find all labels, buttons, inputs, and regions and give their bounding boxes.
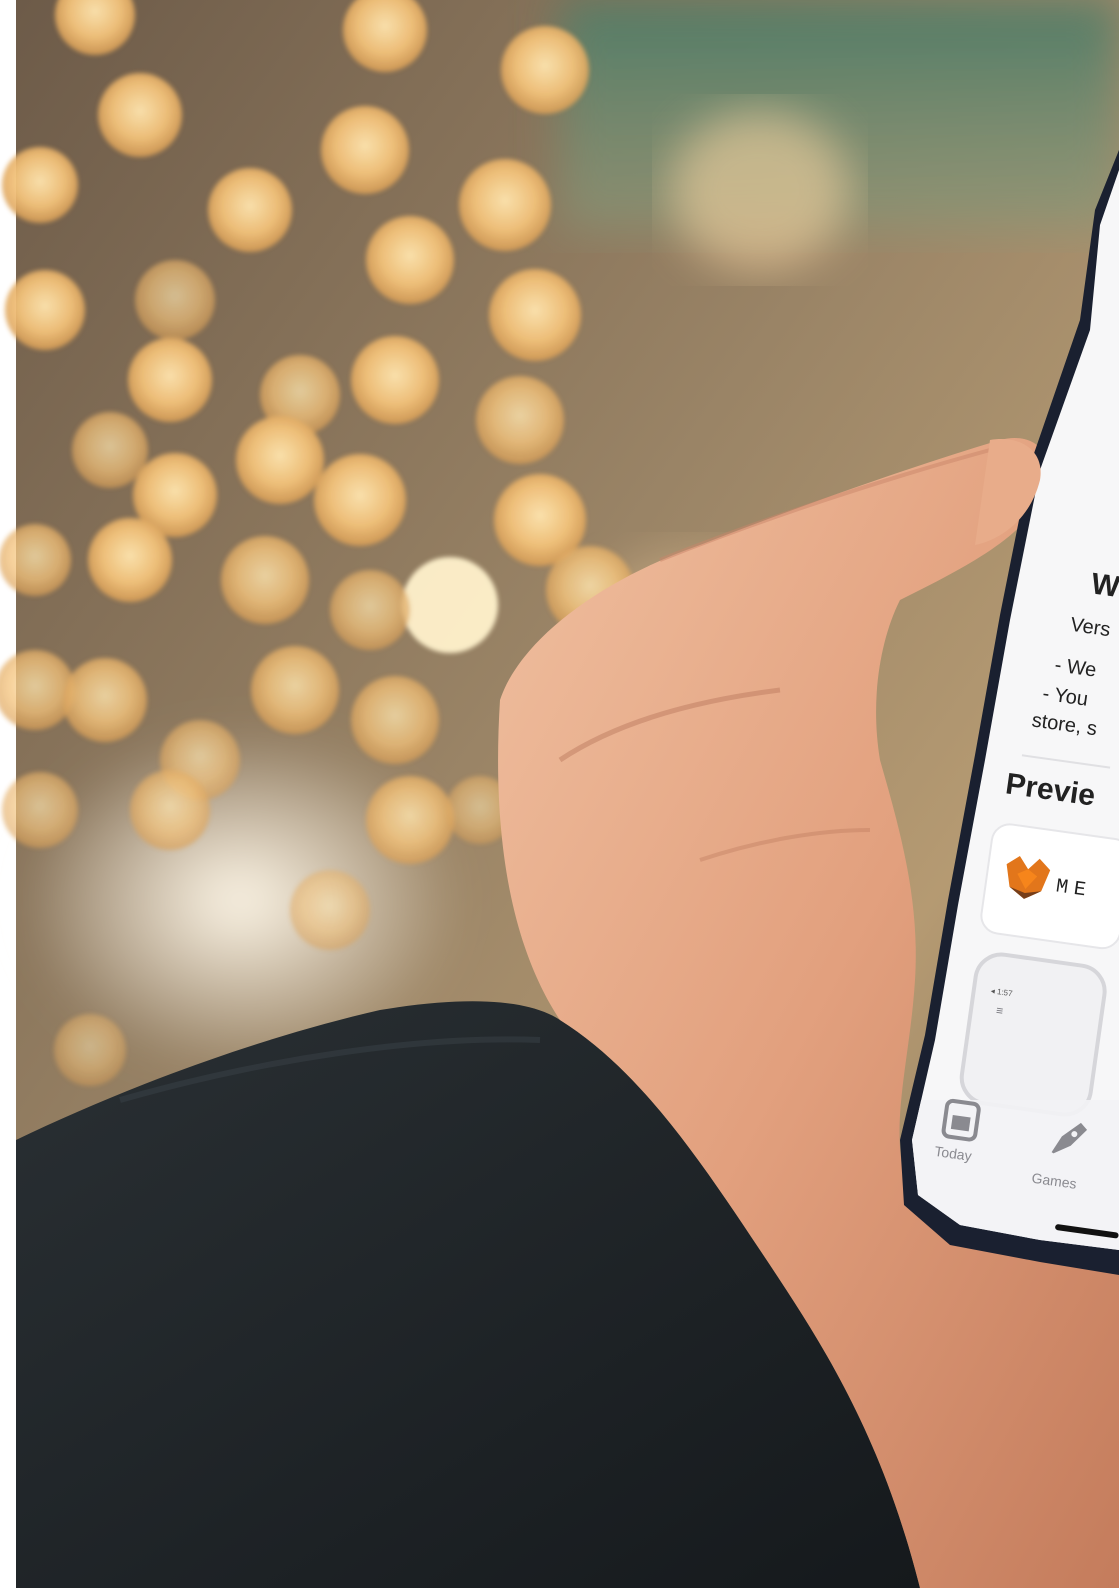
bokeh-light [321, 106, 409, 194]
bokeh-light [351, 336, 439, 424]
bokeh-light [366, 216, 454, 304]
preview-card[interactable] [979, 822, 1119, 950]
preview-screenshot-phone[interactable] [958, 951, 1108, 1118]
bokeh-light [366, 776, 454, 864]
bokeh-light [63, 658, 147, 742]
bokeh-light [251, 646, 339, 734]
bokeh-light [98, 73, 182, 157]
bokeh-light [501, 26, 589, 114]
bokeh-light [54, 1014, 126, 1086]
photo-scene: W Vers - We - You store, s Previe ME ◂ 1… [0, 0, 1119, 1588]
bokeh-light [221, 536, 309, 624]
bokeh-light [208, 168, 292, 252]
bokeh-light [2, 147, 78, 223]
bokeh-light [236, 416, 324, 504]
photo-canvas: W Vers - We - You store, s Previe ME ◂ 1… [0, 0, 1119, 1588]
bokeh-light [330, 570, 410, 650]
bokeh-light [72, 412, 148, 488]
bokeh-light [476, 376, 564, 464]
bokeh-light [402, 557, 498, 653]
bokeh-light [5, 270, 85, 350]
bokeh-light [314, 454, 406, 546]
bokeh-light [130, 770, 210, 850]
bokeh-light [135, 260, 215, 340]
bokeh-light [489, 269, 581, 361]
bokeh-light [290, 870, 370, 950]
window-glow [670, 110, 850, 270]
whats-new-heading: W [1089, 567, 1119, 604]
bokeh-light [128, 338, 212, 422]
today-icon-fill [950, 1114, 971, 1132]
bokeh-light [0, 524, 71, 596]
bokeh-light [351, 676, 439, 764]
bokeh-light [2, 772, 78, 848]
bokeh-light [88, 518, 172, 602]
bokeh-light [459, 159, 551, 251]
